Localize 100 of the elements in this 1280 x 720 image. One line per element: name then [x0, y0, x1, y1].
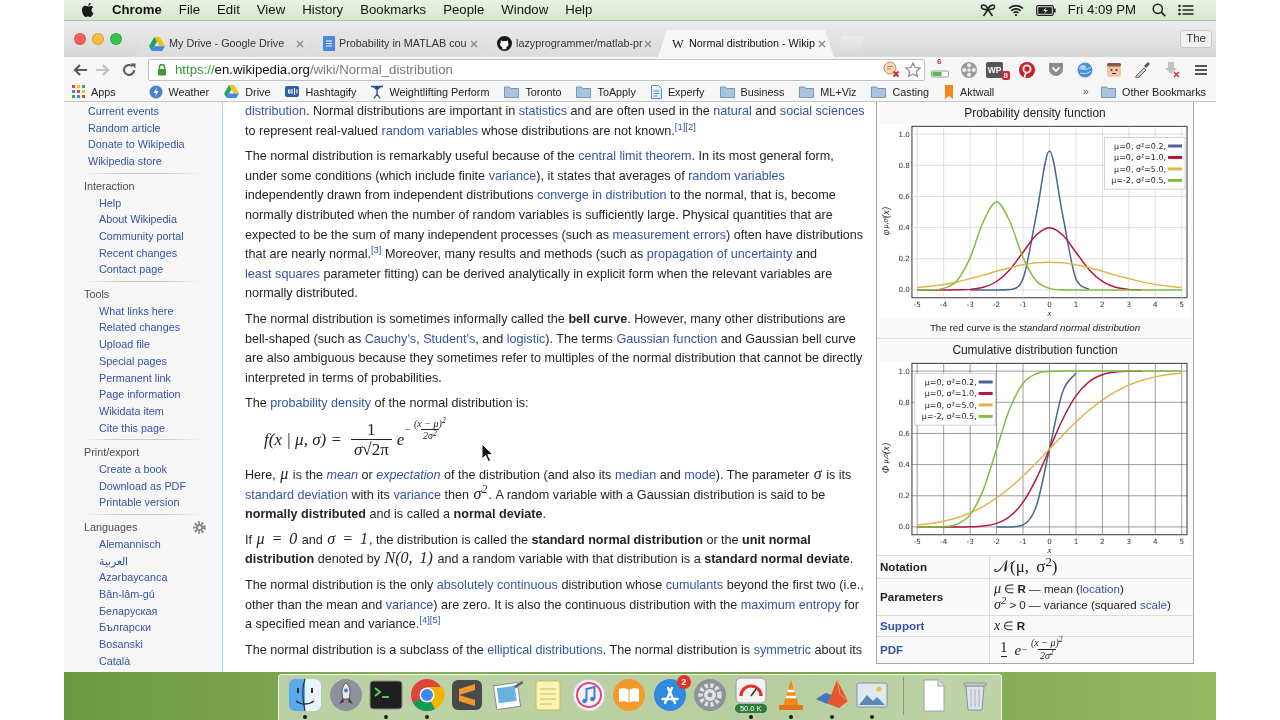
citation-link[interactable]: [4]	[419, 617, 430, 632]
terminal-icon[interactable]	[368, 677, 405, 713]
bookmark-link[interactable]: Aktwall	[944, 84, 995, 99]
bookmark-link[interactable]: ML+Viz	[799, 84, 857, 99]
bookmark-link[interactable]: Casting	[871, 84, 930, 99]
article-link[interactable]: symmetric	[753, 642, 812, 657]
bow-icon[interactable]	[979, 3, 996, 17]
sidebar-link[interactable]: What links here	[99, 304, 174, 317]
crossed-strokes-icon[interactable]	[651, 677, 688, 713]
close-window-icon[interactable]	[74, 33, 86, 45]
article-link[interactable]: maximum entropy	[740, 597, 841, 612]
bookmark-link[interactable]: Business	[719, 84, 785, 99]
sidebar-link[interactable]: Donate to Wikipedia	[88, 138, 185, 151]
sidebar-link[interactable]: Contact page	[99, 263, 164, 276]
tricolor-circle-icon[interactable]	[408, 677, 445, 713]
article-link[interactable]: probability density	[270, 396, 371, 411]
article-link[interactable]: measurement errors	[612, 227, 726, 242]
open-book-icon[interactable]	[611, 677, 648, 713]
article-link[interactable]: social sciences	[779, 104, 865, 118]
bookmark-link[interactable]: Drive	[224, 84, 271, 99]
article-link[interactable]: propagation of uncertainty	[646, 247, 793, 262]
blocked-page-icon[interactable]	[883, 61, 900, 78]
zoom-window-icon[interactable]	[110, 33, 122, 45]
article-link[interactable]: random variables	[688, 168, 785, 183]
bookmark-link[interactable]: Apps	[72, 84, 116, 99]
sidebar-link[interactable]: Special pages	[99, 354, 167, 367]
sidebar-link[interactable]: Permanent link	[99, 371, 171, 384]
sidebar-link[interactable]: العربية	[99, 554, 128, 567]
article-link[interactable]: Gaussian function	[616, 331, 718, 346]
gauge-icon[interactable]	[732, 677, 769, 704]
article-link[interactable]: variance	[385, 597, 434, 612]
article-link[interactable]: median	[614, 468, 657, 482]
eyedropper-icon[interactable]	[1134, 61, 1151, 78]
article-link[interactable]: converge in distribution	[536, 188, 667, 203]
download-arrow-icon[interactable]	[1163, 61, 1180, 78]
article-link[interactable]: elliptical distributions	[487, 642, 603, 657]
article-link[interactable]: expectation	[376, 468, 441, 482]
minimize-window-icon[interactable]	[92, 33, 104, 45]
wifi-icon[interactable]	[1007, 4, 1024, 16]
article-link[interactable]: location	[1080, 582, 1120, 595]
close-icon[interactable]	[818, 39, 826, 48]
menu-bar-clock[interactable]: Fri 4:09 PM	[1067, 1, 1136, 19]
menu-item[interactable]: Window	[501, 1, 549, 19]
overflow-chevron[interactable]: »	[1082, 84, 1089, 99]
article-link[interactable]: cumulants	[665, 577, 724, 592]
face-icon[interactable]	[1105, 61, 1122, 78]
menu-item[interactable]: View	[256, 1, 286, 19]
gear-icon[interactable]	[692, 677, 729, 713]
face-tile-icon[interactable]	[287, 677, 324, 713]
article-link[interactable]: least squares	[245, 266, 320, 281]
sidebar-link[interactable]: Random article	[88, 121, 161, 134]
music-note-icon[interactable]	[570, 677, 607, 713]
article-link[interactable]: logistic	[506, 331, 546, 346]
settings-icon[interactable]	[193, 521, 206, 534]
article-link[interactable]: mode	[684, 468, 716, 482]
sidebar-link[interactable]: Community portal	[99, 229, 184, 242]
shield-chevron-icon[interactable]	[1046, 61, 1065, 78]
sidebar-link[interactable]: Azərbaycanca	[99, 571, 168, 584]
article-link[interactable]: statistics	[518, 104, 567, 118]
close-icon[interactable]	[296, 39, 304, 48]
list-icon[interactable]	[1178, 4, 1194, 16]
battery-icon[interactable]	[1035, 4, 1056, 16]
menu-item[interactable]: People	[443, 1, 485, 19]
row-label-link[interactable]: PDF	[880, 643, 904, 657]
address-bar[interactable]: https://en.wikipedia.org/wiki/Normal_distribution	[148, 58, 925, 81]
article-link[interactable]: central limit theorem	[578, 149, 692, 164]
article-link[interactable]: distribution	[245, 104, 306, 118]
sidebar-link[interactable]: Bosanski	[99, 638, 143, 651]
sidebar-link[interactable]: Wikipedia store	[88, 155, 162, 168]
sidebar-link[interactable]: Printable version	[99, 496, 180, 509]
film-reel-icon[interactable]	[959, 60, 978, 79]
sidebar-link[interactable]: Български	[99, 621, 151, 634]
citation-link[interactable]: [3]	[371, 247, 382, 262]
progress-bar-icon[interactable]	[930, 69, 949, 78]
sidebar-link[interactable]: Català	[99, 654, 131, 667]
sidebar-link[interactable]: Alemannisch	[99, 537, 161, 550]
bookmark-link[interactable]: ToApply	[576, 84, 636, 99]
bookmark-link[interactable]: Other Bookmarks	[1101, 84, 1206, 99]
profile-button[interactable]: The	[1180, 30, 1212, 48]
app-menu[interactable]: Chrome	[112, 1, 162, 19]
back-arrow-icon[interactable]	[72, 62, 88, 77]
sidebar-link[interactable]: Upload file	[99, 338, 151, 351]
menu-item[interactable]: Help	[565, 1, 593, 19]
sidebar-link[interactable]: Recent changes	[99, 246, 178, 259]
sidebar-link[interactable]: Bân-lâm-gú	[99, 588, 155, 600]
menu-item[interactable]: File	[178, 1, 201, 19]
menu-item[interactable]: History	[302, 1, 344, 19]
bookmark-link[interactable]: Weightlifting Perform	[371, 84, 490, 99]
menu-item[interactable]: Edit	[217, 1, 240, 19]
bookmark-link[interactable]: Experfy	[650, 84, 705, 99]
reload-icon[interactable]	[121, 61, 137, 78]
apple-icon[interactable]	[81, 2, 95, 18]
article-link[interactable]: variance	[393, 487, 442, 502]
bookmark-link[interactable]: Hashtagify	[285, 84, 357, 99]
bookmark-link[interactable]: Toronto	[504, 84, 562, 99]
citation-link[interactable]: [2]	[685, 123, 696, 138]
sidebar-link[interactable]: Беларуская	[99, 604, 158, 617]
bookmark-link[interactable]: Weather	[148, 84, 210, 99]
menu-icon[interactable]	[1193, 63, 1208, 76]
article-link[interactable]: absolutely continuous	[436, 577, 558, 592]
